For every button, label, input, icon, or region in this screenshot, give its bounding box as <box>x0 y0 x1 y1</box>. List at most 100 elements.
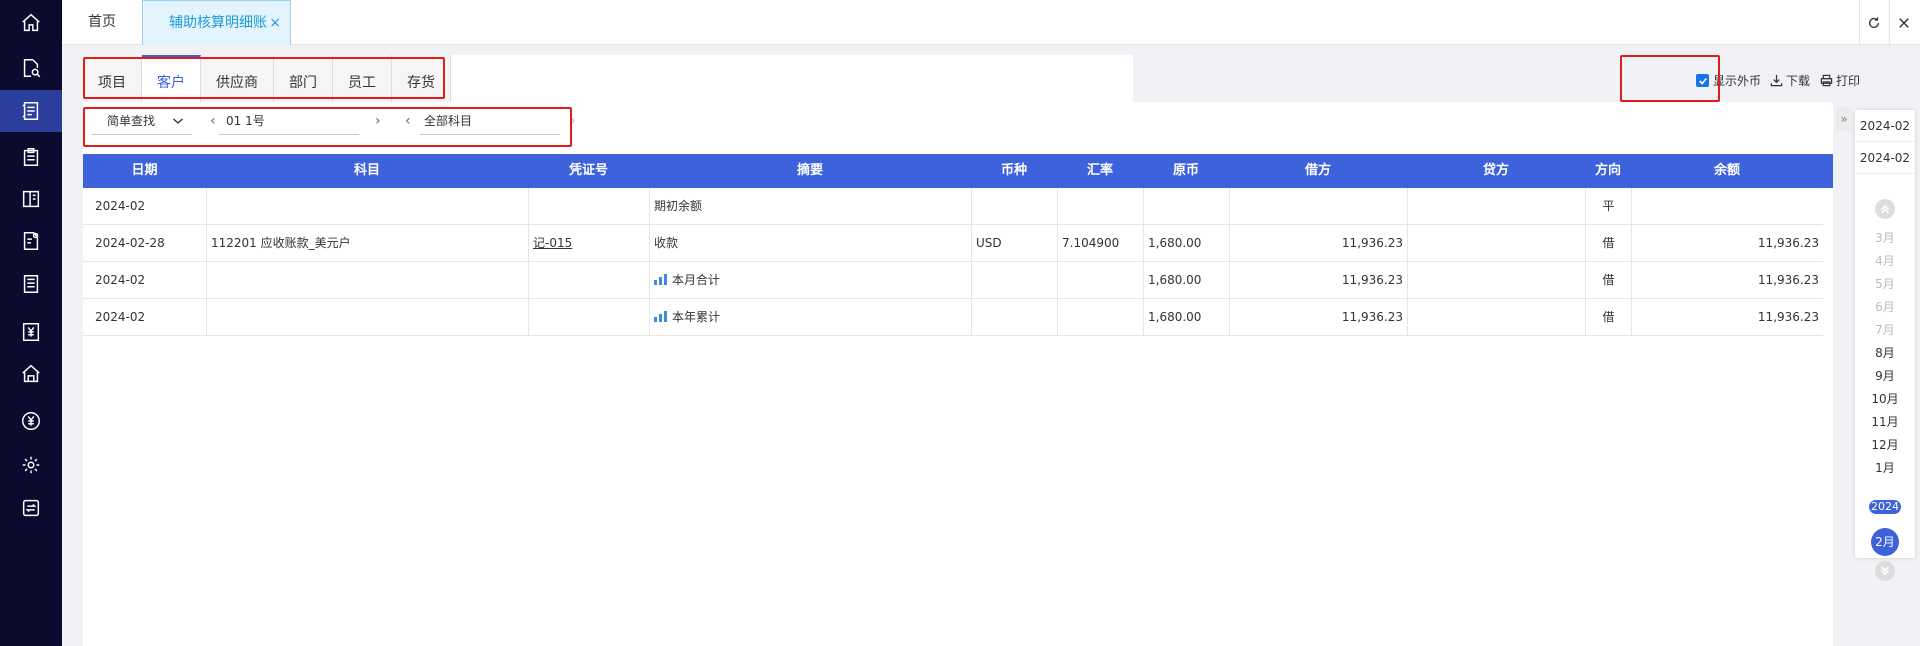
period-to[interactable]: 2024-02 <box>1855 142 1915 174</box>
nav-list-document[interactable] <box>0 263 62 305</box>
period-from[interactable]: 2024-02 <box>1855 110 1915 142</box>
printer-icon <box>1820 74 1833 87</box>
col-credit: 贷方 <box>1482 163 1509 178</box>
col-debit: 借方 <box>1304 163 1331 178</box>
cell-currency <box>971 188 1057 225</box>
nav-finance[interactable] <box>0 400 62 442</box>
refresh-button[interactable] <box>1859 0 1887 45</box>
month-item[interactable]: 12月 <box>1855 436 1915 453</box>
nav-building[interactable] <box>0 353 62 395</box>
cell-currency <box>971 262 1057 299</box>
cell-original: 1,680.00 <box>1143 225 1229 262</box>
double-chevron-up-icon <box>1880 204 1890 214</box>
table-row[interactable]: 2024-02 期初余额 平 <box>83 188 1823 225</box>
cell-text: 2024-02-28 <box>95 236 165 250</box>
scroll-down-button[interactable] <box>1875 561 1895 581</box>
search-mode-select[interactable]: 简单查找 <box>92 107 192 135</box>
col-summary: 摘要 <box>796 163 823 178</box>
cell-currency <box>971 299 1057 336</box>
tab-home[interactable]: 首页 <box>62 0 142 45</box>
close-page-button[interactable] <box>1889 0 1917 45</box>
cell-direction: 借 <box>1585 299 1631 336</box>
table-row[interactable]: 2024-02 本年累计 1,680.00 11,936.23 借 11,936.23 <box>83 299 1823 336</box>
cell-voucher <box>528 262 649 299</box>
cell-rate <box>1057 188 1143 225</box>
yen-document-icon <box>22 323 40 341</box>
cell-text: 2024-02 <box>95 273 146 287</box>
selected-month[interactable]: 2月 <box>1871 528 1899 556</box>
cell-text: 借 <box>1602 273 1615 287</box>
tab-employee[interactable]: 员工 <box>333 55 392 102</box>
month-item[interactable]: 3月 <box>1855 229 1915 246</box>
cell-original <box>1143 188 1229 225</box>
col-direction: 方向 <box>1594 163 1621 178</box>
cell-text: 借 <box>1602 236 1615 250</box>
cell-summary: 期初余额 <box>649 188 971 225</box>
aux-type-tabs: 项目 客户 供应商 部门 员工 存货 <box>83 55 451 102</box>
nav-transfer[interactable] <box>0 487 62 529</box>
chevron-right-icon[interactable]: › <box>570 113 576 129</box>
tab-project[interactable]: 项目 <box>83 55 142 102</box>
download-label: 下载 <box>1786 74 1811 88</box>
chevron-left-icon[interactable]: ‹ <box>405 113 411 129</box>
cell-credit <box>1407 188 1585 225</box>
col-balance: 余额 <box>1713 163 1740 178</box>
month-item[interactable]: 4月 <box>1855 252 1915 269</box>
nav-document-settings[interactable] <box>0 220 62 262</box>
yen-circle-icon <box>22 412 40 430</box>
show-foreign-currency-checkbox[interactable]: 显示外币 <box>1696 72 1761 89</box>
tab-inventory[interactable]: 存货 <box>392 55 451 102</box>
tab-aux-detail-ledger[interactable]: 辅助核算明细账 × <box>142 0 291 45</box>
cell-credit <box>1407 299 1585 336</box>
cell-rate <box>1057 299 1143 336</box>
chevron-right-icon[interactable]: › <box>375 113 381 129</box>
cell-debit <box>1229 188 1407 225</box>
nav-ledger[interactable] <box>0 90 62 132</box>
filter-bar: 简单查找 ‹ 01 1号 › ‹ 全部科目 › <box>83 102 1833 147</box>
month-item[interactable]: 1月 <box>1855 459 1915 476</box>
cell-text: 11,936.23 <box>1341 310 1403 324</box>
tab-label: 辅助核算明细账 <box>169 15 267 31</box>
building-icon <box>22 364 40 383</box>
month-item[interactable]: 6月 <box>1855 298 1915 315</box>
month-item[interactable]: 8月 <box>1855 344 1915 361</box>
scroll-up-button[interactable] <box>1875 199 1895 219</box>
tab-department[interactable]: 部门 <box>274 55 333 102</box>
month-item[interactable]: 5月 <box>1855 275 1915 292</box>
tab-customer[interactable]: 客户 <box>142 55 201 102</box>
close-icon[interactable]: × <box>269 1 281 46</box>
nav-voucher-search[interactable] <box>0 47 62 89</box>
subject-select[interactable]: 全部科目 <box>420 107 560 135</box>
month-item[interactable]: 10月 <box>1855 390 1915 407</box>
download-button[interactable]: 下载 <box>1770 72 1810 89</box>
cell-text: 11,936.23 <box>1341 236 1403 250</box>
month-item[interactable]: 9月 <box>1855 367 1915 384</box>
table-row[interactable]: 2024-02-28 112201 应收账款_美元户 记-015 收款 USD 7.104… <box>83 225 1823 262</box>
print-button[interactable]: 打印 <box>1820 72 1860 89</box>
print-label: 打印 <box>1836 74 1861 88</box>
transfer-icon <box>22 499 40 517</box>
cell-text: 112201 应收账款_美元户 <box>211 236 351 250</box>
chevron-left-icon[interactable]: ‹ <box>210 113 216 129</box>
month-item[interactable]: 11月 <box>1855 413 1915 430</box>
entity-select[interactable]: 01 1号 <box>219 107 359 135</box>
cell-direction: 平 <box>1585 188 1631 225</box>
cell-text[interactable]: 记-015 <box>533 236 572 250</box>
tab-supplier[interactable]: 供应商 <box>201 55 274 102</box>
table-body: 2024-02 期初余额 平 2024-02-28 112201 应收账款_美元户 记-0… <box>83 188 1833 336</box>
cell-text: 本月合计 <box>672 273 721 287</box>
collapse-period-button[interactable]: » <box>1836 107 1852 131</box>
nav-clipboard[interactable] <box>0 136 62 178</box>
cell-text: 收款 <box>654 236 679 250</box>
nav-home[interactable] <box>0 2 62 44</box>
document-search-icon <box>23 59 41 78</box>
bar-chart-icon <box>654 311 667 322</box>
cell-text: 7.104900 <box>1062 236 1120 250</box>
nav-settings[interactable] <box>0 444 62 486</box>
nav-yen-document[interactable] <box>0 311 62 353</box>
nav-book[interactable] <box>0 178 62 220</box>
side-nav <box>0 0 62 646</box>
col-subject: 科目 <box>353 163 380 178</box>
month-item[interactable]: 7月 <box>1855 321 1915 338</box>
table-row[interactable]: 2024-02 本月合计 1,680.00 11,936.23 借 11,936.23 <box>83 262 1823 299</box>
